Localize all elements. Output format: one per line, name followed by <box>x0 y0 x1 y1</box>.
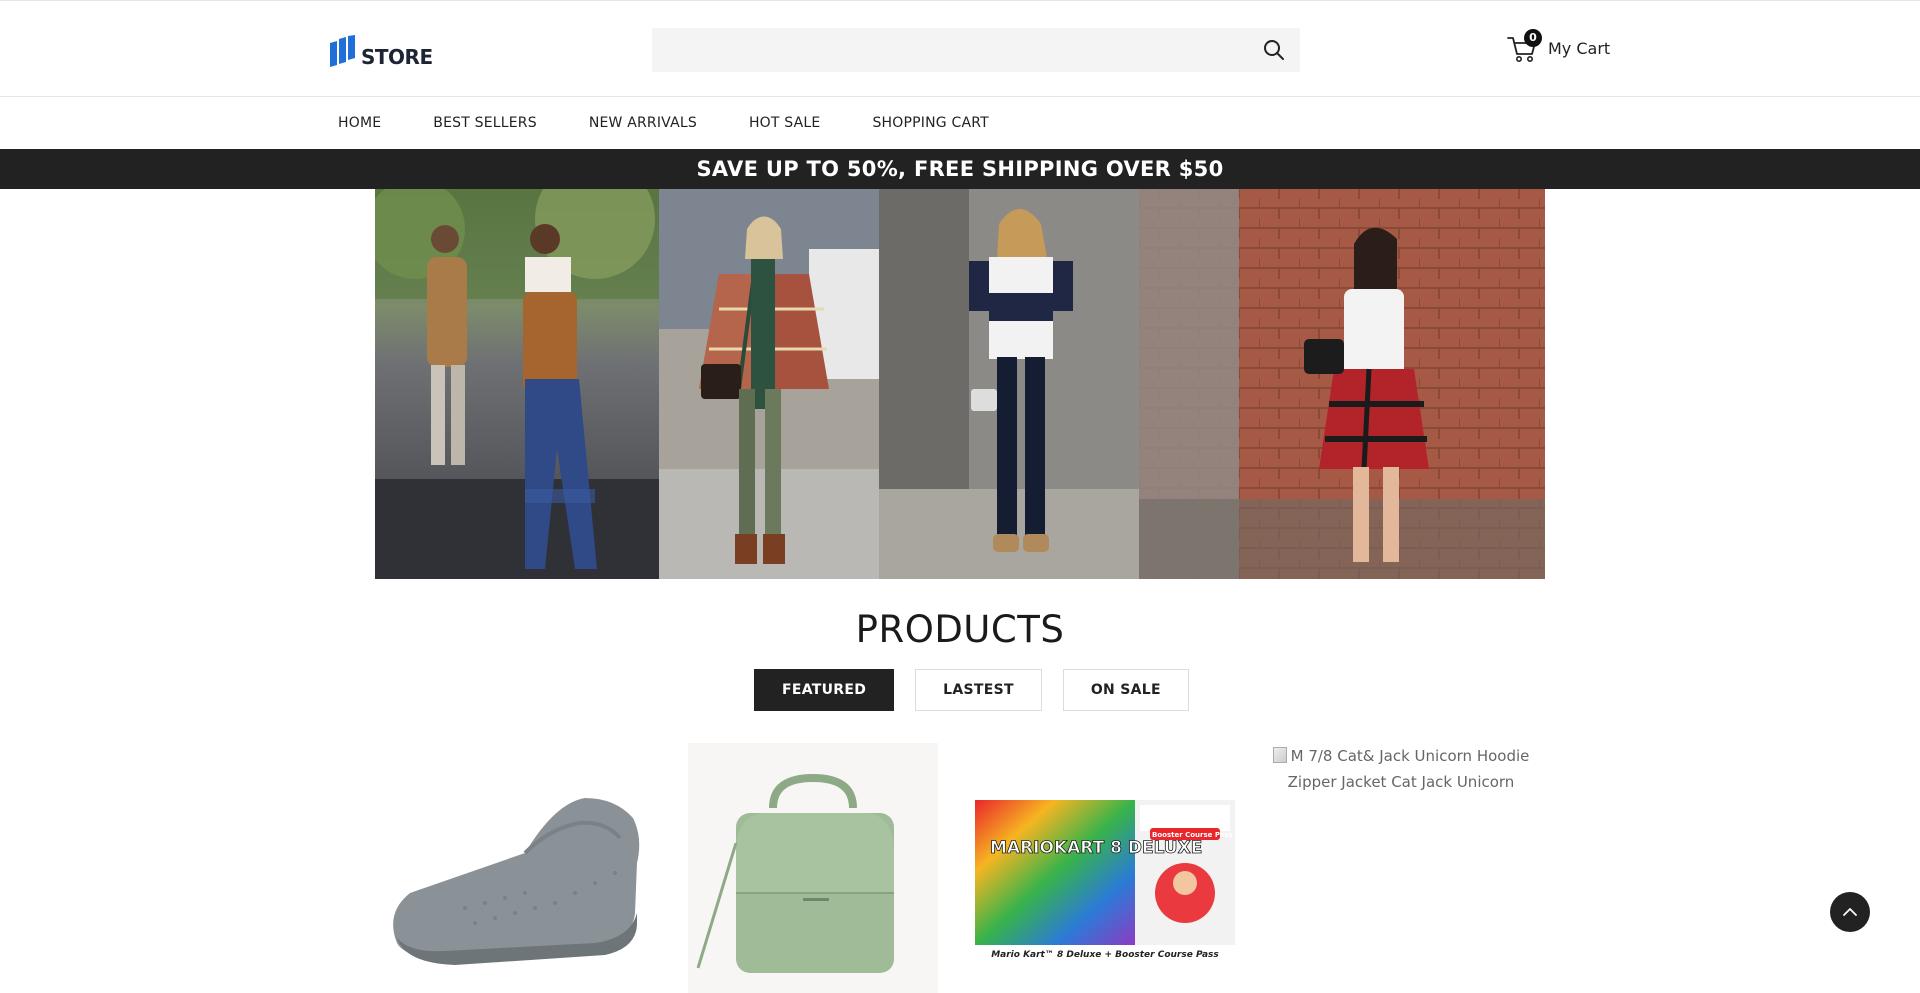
nav-item-best-sellers[interactable]: BEST SELLERS <box>433 115 537 131</box>
page: STORE 0 My Cart HOME BEST SELLERS NEW AR… <box>0 0 1920 993</box>
site-header: STORE 0 My Cart <box>0 0 1920 97</box>
search-bar <box>652 28 1300 72</box>
hero-photo-4 <box>1139 189 1545 579</box>
nav-item-new-arrivals[interactable]: NEW ARRIVALS <box>589 115 697 131</box>
hero-photo-2 <box>659 189 879 579</box>
back-to-top-button[interactable] <box>1830 892 1870 932</box>
chevron-up-icon <box>1843 908 1857 916</box>
main-nav: HOME BEST SELLERS NEW ARRIVALS HOT SALE … <box>0 97 1920 149</box>
store-logo[interactable]: STORE <box>330 31 433 69</box>
products-heading: PRODUCTS <box>855 608 1065 651</box>
logo-icon <box>330 35 355 67</box>
product-card-mario-kart[interactable]: MARIOKART 8 DELUXE Booster Course Pass M… <box>970 743 1240 993</box>
mario-kart-image: MARIOKART 8 DELUXE Booster Course Pass M… <box>975 800 1235 962</box>
product-card-sneaker[interactable] <box>375 743 645 993</box>
product-tabs: FEATURED LASTEST ON SALE <box>754 669 1210 711</box>
search-icon[interactable] <box>1262 38 1286 62</box>
tab-lastest[interactable]: LASTEST <box>915 669 1042 711</box>
logo-text: STORE <box>361 45 433 69</box>
nav-item-shopping-cart[interactable]: SHOPPING CART <box>872 115 988 131</box>
hero-photo-3 <box>879 189 1139 579</box>
sneaker-image <box>393 798 640 965</box>
broken-image-icon <box>1272 747 1287 763</box>
tab-on-sale[interactable]: ON SALE <box>1062 669 1189 711</box>
cart-label: My Cart <box>1548 38 1611 58</box>
cart-icon: 0 <box>1506 29 1542 64</box>
product-card-handbag[interactable] <box>678 743 948 993</box>
search-input[interactable] <box>652 28 1242 72</box>
product-image-alt-text: M 7/8 Cat& Jack Unicorn Hoodie Zipper Ja… <box>1287 747 1530 791</box>
tab-featured[interactable]: FEATURED <box>754 669 895 711</box>
handbag-image <box>688 743 938 993</box>
cart-count-badge: 0 <box>1524 29 1542 47</box>
nav-item-home[interactable]: HOME <box>338 115 381 131</box>
mario-kart-title: MARIOKART 8 DELUXE <box>990 838 1202 858</box>
promo-banner: SAVE UP TO 50%, FREE SHIPPING OVER $50 <box>0 149 1920 189</box>
my-cart-link[interactable]: 0 My Cart <box>1506 29 1611 65</box>
hero-banner[interactable] <box>375 189 1545 579</box>
mario-kart-badge-text: Booster Course Pass <box>1152 831 1233 839</box>
product-card-unicorn-hoodie[interactable]: M 7/8 Cat& Jack Unicorn Hoodie Zipper Ja… <box>1266 743 1536 795</box>
mario-kart-caption: Mario Kart™ 8 Deluxe + Booster Course Pa… <box>991 950 1219 960</box>
hero-photo-1 <box>375 189 659 579</box>
nav-item-hot-sale[interactable]: HOT SALE <box>749 115 821 131</box>
